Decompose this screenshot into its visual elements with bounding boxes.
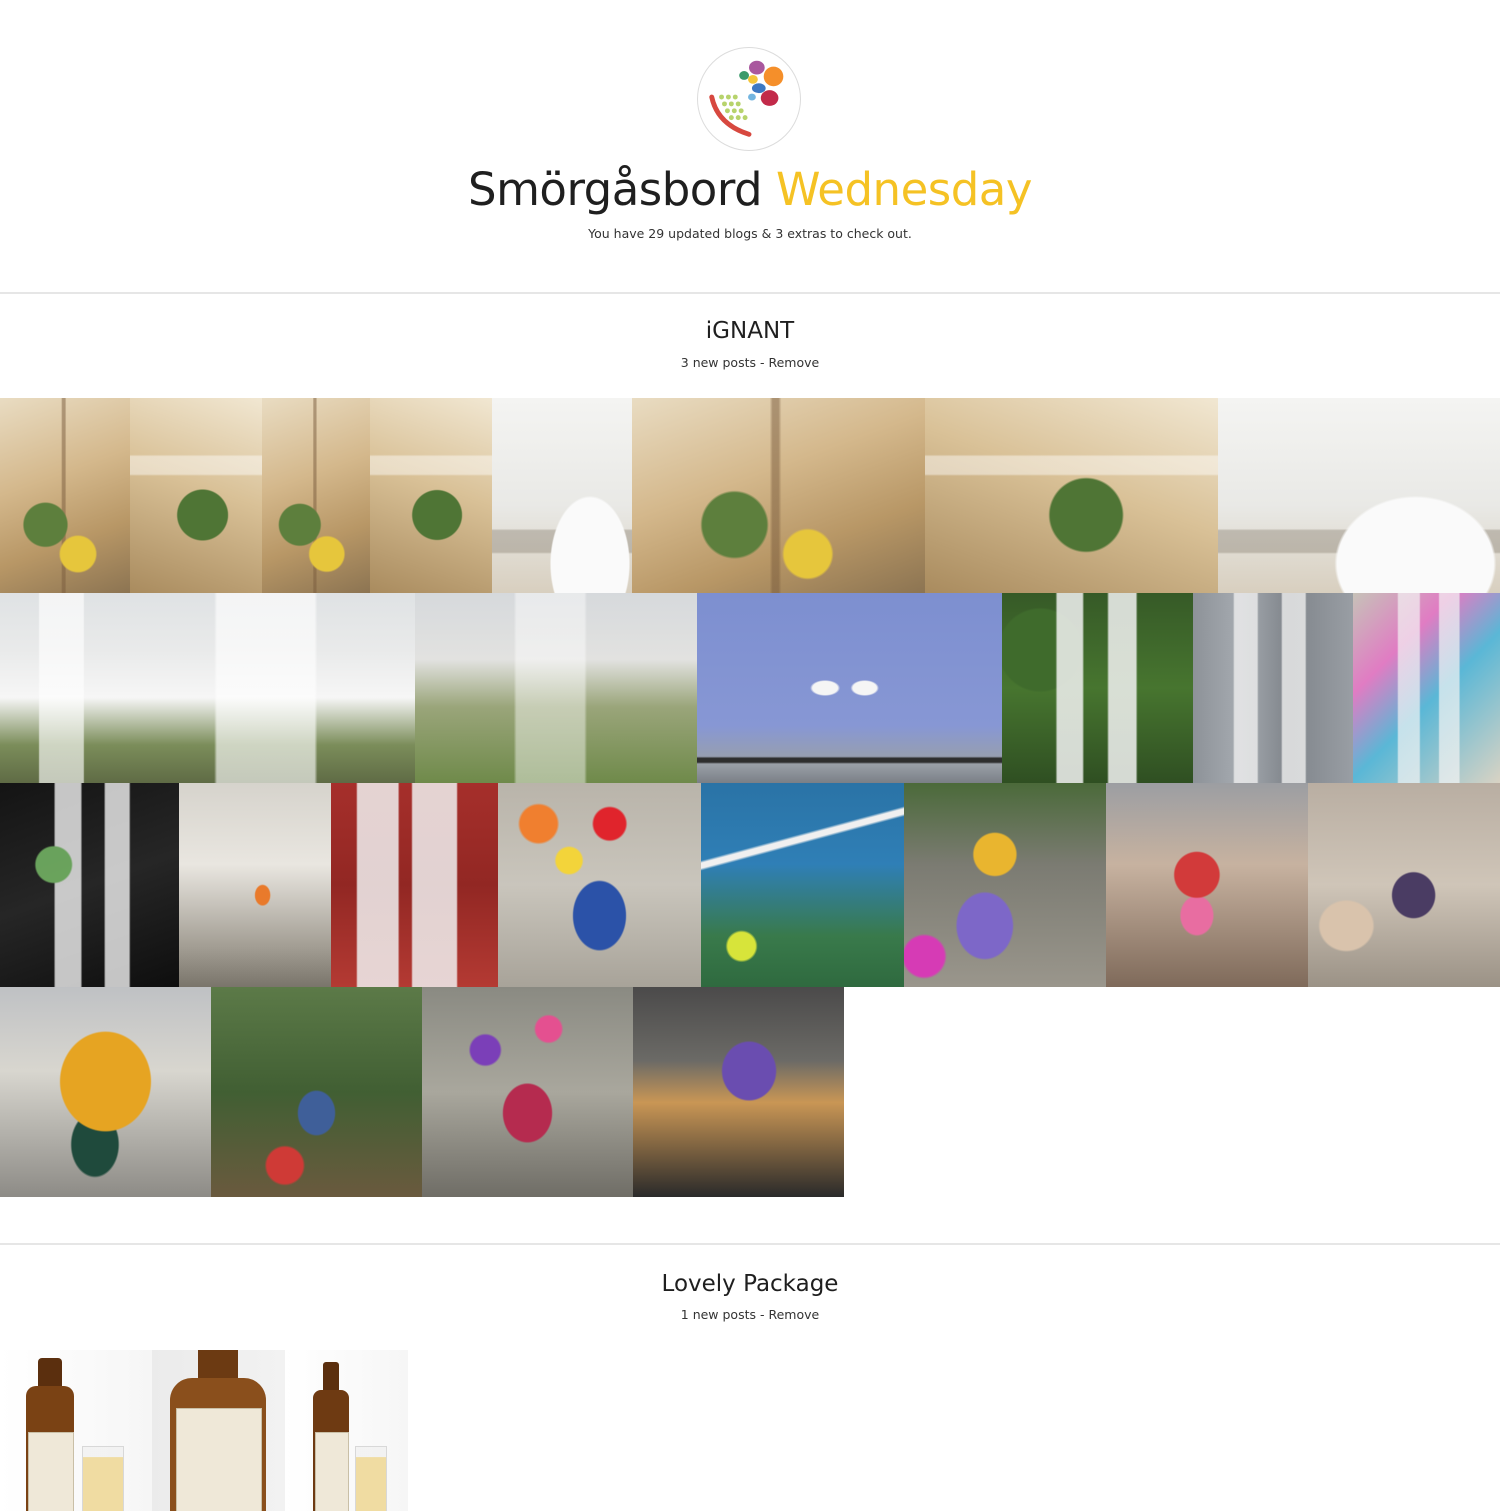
bottle-neck [198,1350,238,1380]
thumbnail[interactable] [422,987,633,1197]
app-title-accent: Wednesday [775,163,1033,216]
bottle-neck [38,1358,62,1388]
thumbnail[interactable] [152,1350,285,1511]
bottle-label [176,1408,262,1511]
thumbnail[interactable] [925,398,1218,593]
thumbnail[interactable] [0,783,179,987]
thumbnail[interactable] [492,398,632,593]
thumbnail[interactable] [128,593,415,783]
thumbnail[interactable] [904,783,1106,987]
remove-link[interactable]: Remove [768,1307,819,1322]
bottle-label [315,1432,349,1511]
bottle-neck [323,1362,339,1392]
thumbnail[interactable] [0,593,128,783]
thumbnail[interactable] [0,1350,152,1511]
thumbnail[interactable] [130,398,262,593]
cider-glass [82,1446,124,1511]
meta-separator: - [756,355,769,370]
remove-link[interactable]: Remove [768,355,819,370]
bottle-label [28,1432,74,1511]
app-title: Smörgåsbord Wednesday [0,160,1500,220]
thumbnail[interactable] [1002,593,1193,783]
thumbnail[interactable] [0,987,211,1197]
blog-title[interactable]: iGNANT [0,318,1500,344]
thumbnail[interactable] [632,398,925,593]
app-title-main: Smörgåsbord [468,163,763,216]
blog-meta: 3 new posts - Remove [0,355,1500,370]
post-count: 1 new posts [680,1307,757,1322]
thumbnail[interactable] [370,398,492,593]
meta-separator: - [756,1307,769,1322]
thumbnail[interactable] [331,783,498,987]
cider-glass [355,1446,387,1511]
thumbnail[interactable] [211,987,422,1197]
thumbnail[interactable] [1218,398,1500,593]
thumbnail[interactable] [179,783,331,987]
thumbnail[interactable] [1353,593,1500,783]
update-summary: You have 29 updated blogs & 3 extras to … [588,226,912,241]
divider [0,1243,1500,1245]
thumbnail[interactable] [1106,783,1308,987]
thumbnail[interactable] [498,783,701,987]
post-count: 3 new posts [680,355,757,370]
thumbnail[interactable] [701,783,904,987]
blog-meta: 1 new posts - Remove [0,1307,1500,1322]
thumbnail[interactable] [285,1350,408,1511]
thumbnail[interactable] [0,398,130,593]
thumbnail[interactable] [262,398,370,593]
page-header: Smörgåsbord Wednesday You have 29 update… [0,0,1500,292]
thumbnail[interactable] [697,593,1002,783]
blog-title[interactable]: Lovely Package [0,1271,1500,1297]
thumbnail[interactable] [633,987,844,1197]
thumbnail[interactable] [415,593,697,783]
smorgasbord-plate-icon[interactable] [697,47,801,151]
divider [0,292,1500,294]
thumbnail[interactable] [1193,593,1353,783]
thumbnail[interactable] [1308,783,1500,987]
